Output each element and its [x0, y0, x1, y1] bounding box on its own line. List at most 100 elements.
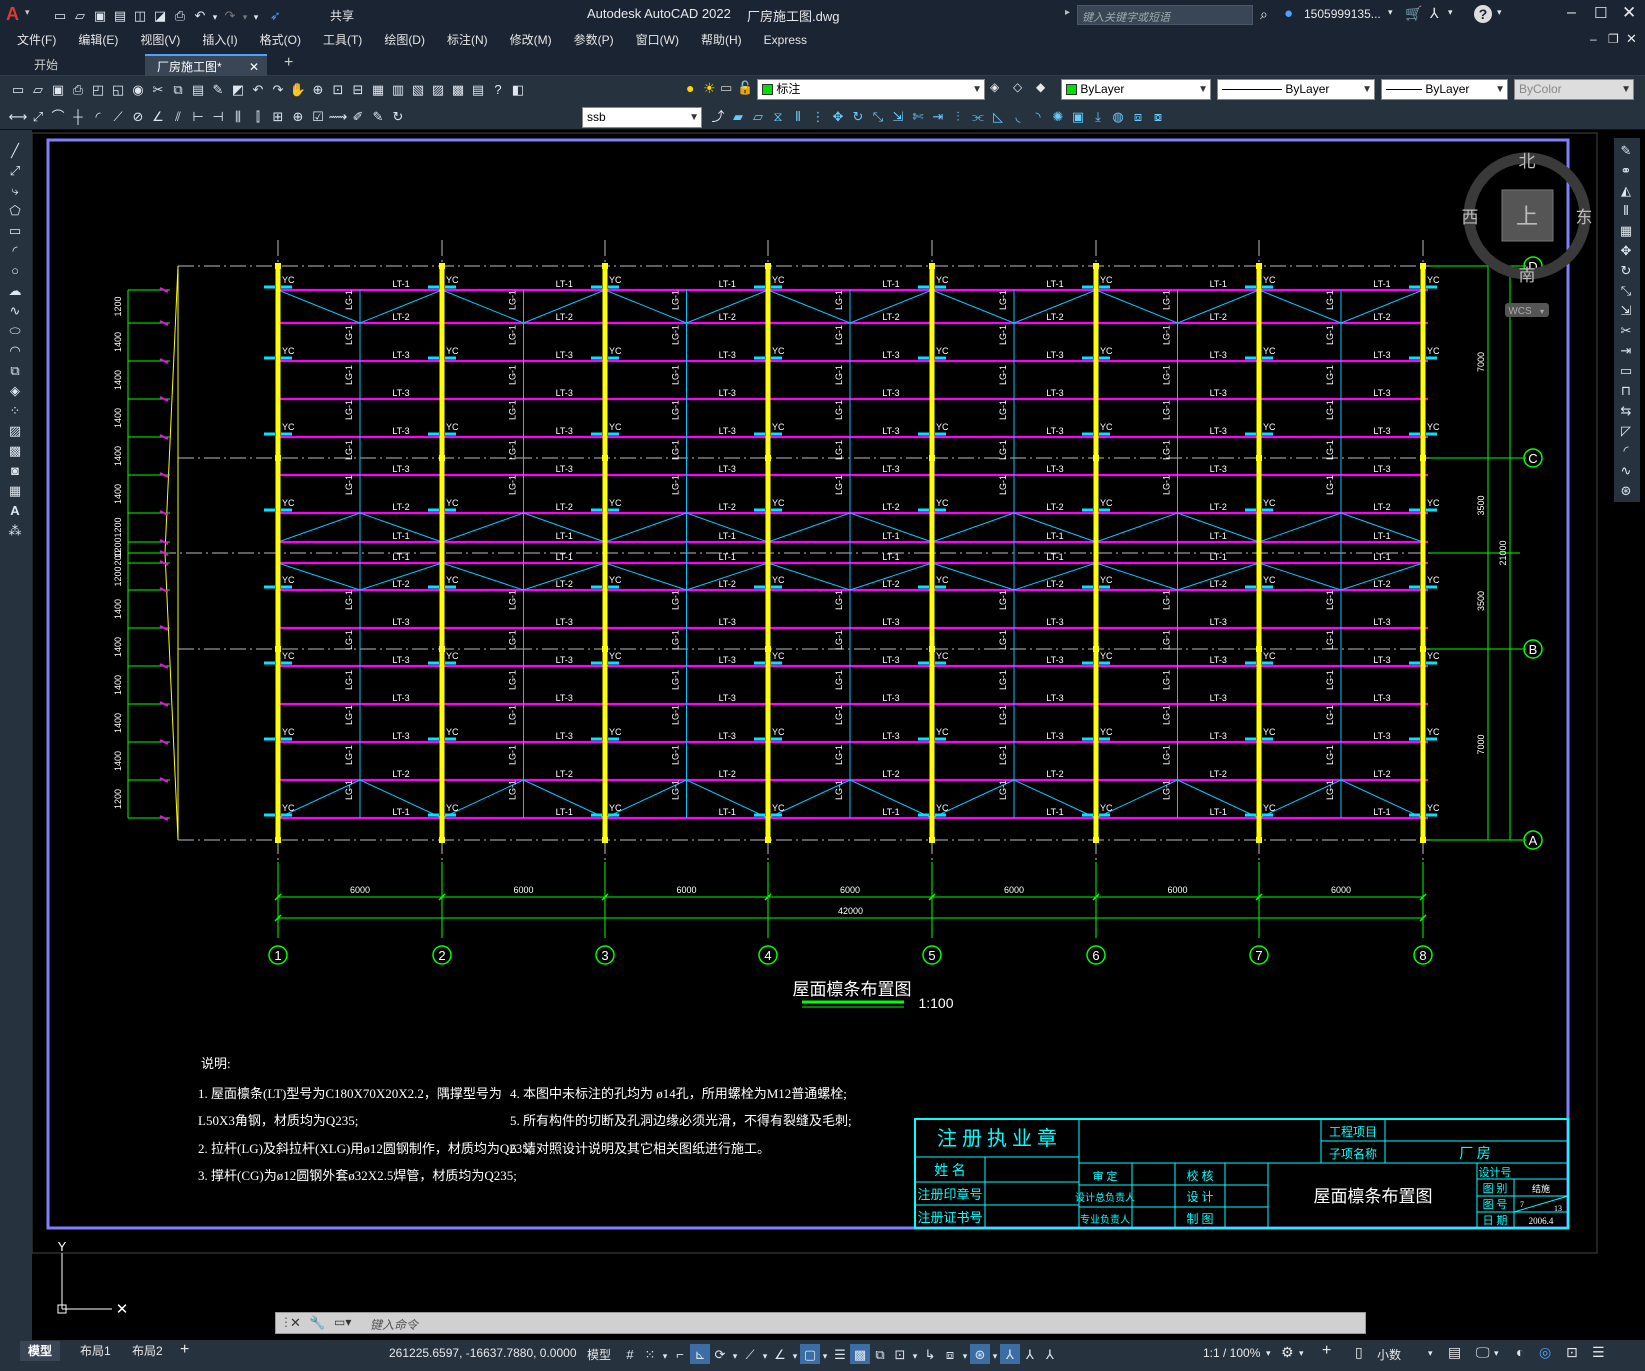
app-menu-arrow-icon[interactable]: ▾: [25, 7, 30, 18]
chamfer-icon[interactable]: ◺: [988, 106, 1008, 126]
dim-ordinate-icon[interactable]: ┼: [68, 106, 88, 126]
erase-icon[interactable]: ▰: [728, 106, 748, 126]
dynamic-ucs-icon[interactable]: ▢: [800, 1344, 820, 1364]
annotation-scale[interactable]: 1:1 / 100%: [1203, 1346, 1260, 1360]
layout-tab-2[interactable]: 布局2: [124, 1341, 171, 1361]
extend-r-icon[interactable]: ⇥: [1616, 340, 1636, 360]
help-icon[interactable]: ?: [1474, 5, 1492, 23]
polyline-icon[interactable]: ⤷: [5, 180, 25, 200]
object-snap-tracking-icon[interactable]: ⟋: [740, 1344, 760, 1364]
tab-active-drawing[interactable]: 厂房施工图* ✕: [145, 54, 267, 76]
erase-r-icon[interactable]: ✎: [1616, 140, 1636, 160]
menu-item-0[interactable]: 文件(F): [6, 30, 67, 50]
dim-break-icon[interactable]: ⫿: [248, 106, 268, 126]
break-point-r-icon[interactable]: ▭: [1616, 360, 1636, 380]
autodesk-a360-icon[interactable]: ⅄: [1430, 5, 1439, 22]
plot-icon[interactable]: ⎙: [170, 5, 190, 25]
markup-icon[interactable]: ▩: [448, 79, 468, 99]
dim-style-icon[interactable]: ⤴: [708, 106, 728, 126]
gizmo-icon[interactable]: ⧈: [940, 1344, 960, 1364]
dim-aligned-icon[interactable]: ⤢: [28, 106, 48, 126]
construction-line-icon[interactable]: ⤢: [5, 160, 25, 180]
new-tab-icon[interactable]: +: [284, 54, 293, 72]
drawing-canvas[interactable]: LT-1 LT-2 LT-3 LT-3 LT-3 LT-3 LT-2 LT-1 LT-1 LT-2…: [31, 130, 1612, 1340]
workspace-gear-icon[interactable]: ⚙: [1281, 1344, 1294, 1361]
layer-state-icon[interactable]: ◆: [1036, 80, 1045, 94]
line-icon[interactable]: ╱: [5, 140, 25, 160]
isodraft-icon[interactable]: ⟳: [710, 1344, 730, 1364]
minimize-icon[interactable]: –: [1567, 4, 1576, 22]
inspect-icon[interactable]: ☑: [308, 106, 328, 126]
zoom-previous-icon[interactable]: ⊟: [348, 79, 368, 99]
command-close-icon[interactable]: ✕: [290, 1315, 301, 1331]
clean-screen-icon[interactable]: ⊡: [1566, 1344, 1578, 1361]
ortho-icon[interactable]: ⌐: [670, 1344, 690, 1364]
save-file-icon[interactable]: ▣: [48, 79, 68, 99]
app-logo-icon[interactable]: A: [6, 4, 19, 25]
print-icon[interactable]: ⎙: [68, 79, 88, 99]
menu-item-7[interactable]: 标注(N): [436, 30, 499, 50]
open-web-icon[interactable]: ◫: [130, 5, 150, 25]
viewcube-west[interactable]: 西: [1462, 208, 1479, 227]
properties-icon[interactable]: ▦: [368, 79, 388, 99]
dim-radius-icon[interactable]: ◜: [88, 106, 108, 126]
menu-item-10[interactable]: 窗口(W): [625, 30, 690, 50]
copy-object-icon[interactable]: ▱: [748, 106, 768, 126]
layer-vp-freeze-icon[interactable]: ▭: [720, 80, 732, 96]
doc-restore-icon[interactable]: ❐: [1608, 32, 1619, 46]
move-icon[interactable]: ✥: [828, 106, 848, 126]
command-customize-icon[interactable]: 🔧: [309, 1315, 325, 1331]
dynamic-input-icon[interactable]: ↳: [920, 1344, 940, 1364]
share-button[interactable]: 共享: [330, 7, 354, 24]
cad-drawing[interactable]: LT-1 LT-2 LT-3 LT-3 LT-3 LT-3 LT-2 LT-1 LT-1 LT-2…: [31, 130, 1612, 1340]
ducs-dropdown-icon[interactable]: ▾: [820, 1346, 830, 1366]
redo-tb-icon[interactable]: ↷: [268, 79, 288, 99]
iso-dropdown-icon[interactable]: ▾: [730, 1346, 740, 1366]
dim-jogged-icon[interactable]: ⟋: [108, 106, 128, 126]
pan-icon[interactable]: ✋: [288, 79, 308, 99]
annotation-monitor-plus-icon[interactable]: +: [1322, 1342, 1331, 1360]
search-expand-icon[interactable]: ▸: [1065, 7, 1070, 18]
calculator-icon[interactable]: ▤: [468, 79, 488, 99]
match-properties-icon[interactable]: ✎: [208, 79, 228, 99]
search-box[interactable]: 键入关键字或短语: [1077, 5, 1253, 25]
viewcube-east[interactable]: 东: [1576, 208, 1593, 227]
quick-properties-icon[interactable]: ▤: [1448, 1344, 1461, 1361]
group-icon[interactable]: ⧈: [1128, 106, 1148, 126]
cart-icon[interactable]: 🛒: [1405, 5, 1422, 22]
circle-icon[interactable]: ○: [5, 260, 25, 280]
array-r-icon[interactable]: ▦: [1616, 220, 1636, 240]
annotation-scale-icon[interactable]: ⅄: [1040, 1344, 1060, 1364]
block-editor-icon[interactable]: ◩: [228, 79, 248, 99]
open-icon[interactable]: ▱: [70, 5, 90, 25]
a360-dropdown-icon[interactable]: ▾: [1448, 7, 1453, 18]
auto-scale-icon[interactable]: ⅄: [1020, 1344, 1040, 1364]
3d-osnap-icon[interactable]: ⊡: [890, 1344, 910, 1364]
units-icon[interactable]: ▯: [1355, 1344, 1363, 1361]
dim-text-edit-icon[interactable]: ✎: [368, 106, 388, 126]
coordinates[interactable]: 261225.6597, -16637.7880, 0.0000: [389, 1346, 577, 1360]
region-draw-icon[interactable]: ◙: [5, 460, 25, 480]
ungroup-icon[interactable]: ⧇: [1148, 106, 1168, 126]
fillet-icon[interactable]: ◟: [1008, 106, 1028, 126]
extend-icon[interactable]: ⇥: [928, 106, 948, 126]
save-as-icon[interactable]: ▤: [110, 5, 130, 25]
doc-minimize-icon[interactable]: –: [1590, 32, 1597, 46]
dim-baseline-icon[interactable]: ⊢: [188, 106, 208, 126]
hatch-icon[interactable]: ▨: [5, 420, 25, 440]
insert-icon[interactable]: ⤓: [1088, 106, 1108, 126]
customization-icon[interactable]: ☰: [1592, 1344, 1605, 1361]
help-tb-icon[interactable]: ?: [488, 79, 508, 99]
revcloud-icon[interactable]: ☁: [5, 280, 25, 300]
undo-dropdown-icon[interactable]: ▾: [210, 7, 220, 27]
share-icon[interactable]: ➶: [265, 5, 285, 25]
move-r-icon[interactable]: ✥: [1616, 240, 1636, 260]
lineweight-dropdown[interactable]: ByLayer ▼: [1381, 79, 1508, 100]
scale-icon[interactable]: ⤡: [868, 106, 888, 126]
osnap-icon[interactable]: ∠: [770, 1344, 790, 1364]
tab-close-icon[interactable]: ✕: [249, 56, 259, 78]
blend-icon[interactable]: ◝: [1028, 106, 1048, 126]
explode-icon[interactable]: ✺: [1048, 106, 1068, 126]
dim-diameter-icon[interactable]: ⊘: [128, 106, 148, 126]
search-icon[interactable]: ⌕: [1260, 6, 1268, 23]
